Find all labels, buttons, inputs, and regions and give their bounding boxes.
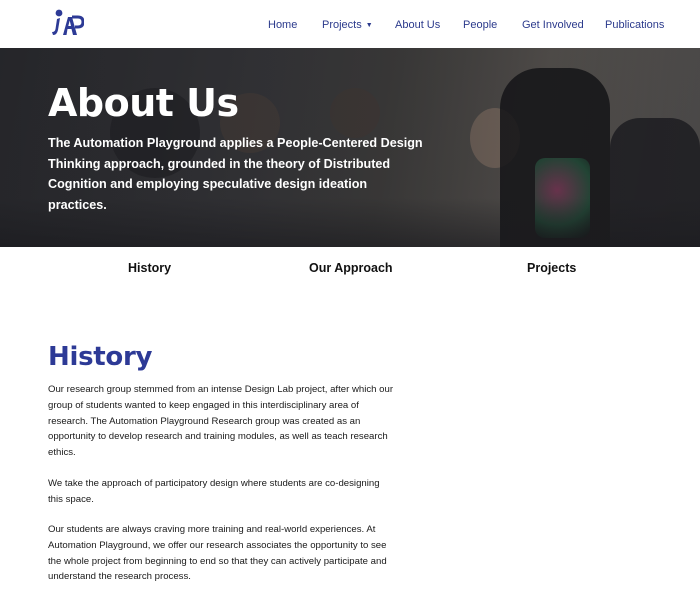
nav-projects[interactable]: Projects ▼ [322,19,373,31]
site-header: Home Projects ▼ About Us People Get Invol… [0,0,700,48]
nav-publications[interactable]: Publications [605,19,664,31]
history-paragraph: Our research group stemmed from an inten… [48,384,394,459]
hero-description: The Automation Playground applies a Peop… [48,136,423,212]
caret-down-icon: ▼ [365,22,373,29]
nav-home[interactable]: Home [268,19,297,31]
section-tabs: History Our Approach Projects [0,247,700,289]
nav-projects-label: Projects [322,19,362,31]
history-paragraph: We take the approach of participatory de… [48,478,380,505]
nav-get-involved[interactable]: Get Involved [522,19,584,31]
page-title: About Us [48,81,239,125]
tab-history[interactable]: History [128,261,171,275]
history-paragraph: Our students are always craving more tra… [48,524,387,583]
nav-about-us[interactable]: About Us [395,19,440,31]
nav-people[interactable]: People [463,19,497,31]
section-heading-history: History [48,342,153,372]
logo-icon[interactable] [50,8,84,40]
tab-projects[interactable]: Projects [527,261,576,275]
tab-our-approach[interactable]: Our Approach [309,261,393,275]
